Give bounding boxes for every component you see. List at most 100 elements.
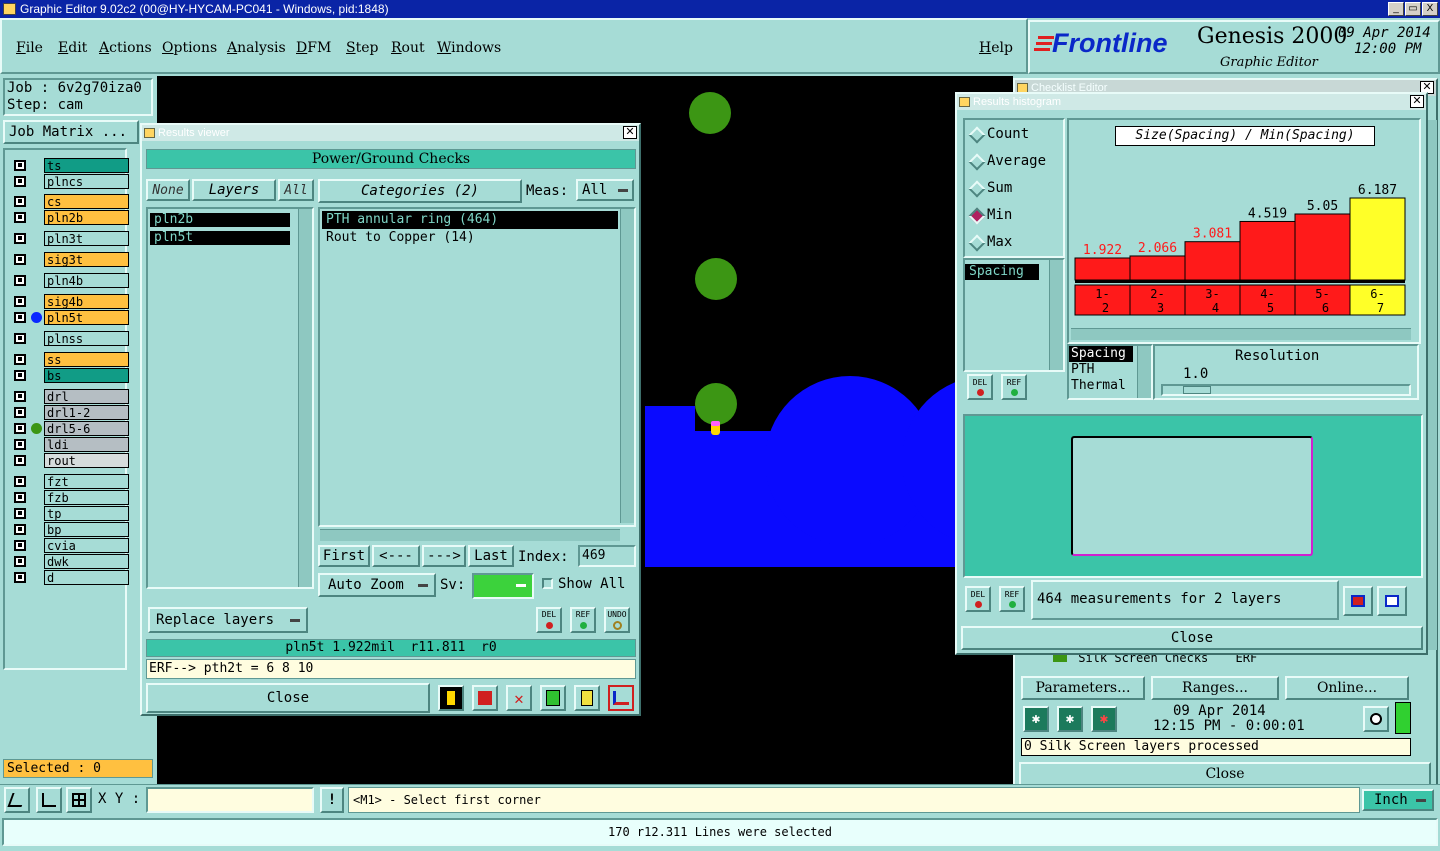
layer-row-drl[interactable]: drl	[11, 389, 129, 404]
categories-listbox[interactable]: PTH annular ring (464) Rout to Copper (14…	[318, 207, 636, 527]
layer-row-drl1-2[interactable]: drl1-2	[11, 405, 129, 420]
layer-row-rout[interactable]: rout	[11, 453, 129, 468]
mode-radio-max[interactable]	[968, 234, 986, 252]
no-filter-icon[interactable]: ✕	[506, 685, 532, 711]
layer-affected-checkbox[interactable]	[14, 391, 26, 402]
categories-tab[interactable]: Categories (2)	[318, 179, 522, 203]
online-button[interactable]: Online...	[1285, 676, 1409, 700]
auto-zoom-dropdown[interactable]: Auto Zoom	[318, 573, 436, 597]
layer-list-item[interactable]: pln2b	[150, 213, 290, 227]
layer-affected-checkbox[interactable]	[14, 233, 26, 244]
layer-affected-checkbox[interactable]	[14, 196, 26, 207]
menu-analysis[interactable]: Analysis	[227, 40, 286, 56]
layer-affected-checkbox[interactable]	[14, 160, 26, 171]
report-icon[interactable]	[574, 685, 600, 711]
layer-row-ss[interactable]: ss	[11, 352, 129, 367]
layer-affected-checkbox[interactable]	[14, 354, 26, 365]
maximize-button[interactable]: ▭	[1405, 2, 1421, 16]
xy-input[interactable]	[146, 787, 314, 813]
mode-radio-count[interactable]	[968, 126, 986, 144]
layer-row-sig4b[interactable]: sig4b	[11, 294, 129, 309]
layer-list-item[interactable]: pln5t	[150, 231, 290, 245]
exclamation-button[interactable]: !	[320, 787, 344, 813]
none-button[interactable]: None	[146, 179, 190, 201]
layer-row-tp[interactable]: tp	[11, 506, 129, 521]
layer-row-cs[interactable]: cs	[11, 194, 129, 209]
menu-dfm[interactable]: DFM	[296, 40, 331, 56]
layer-row-sig3t[interactable]: sig3t	[11, 252, 129, 267]
layer-row-bp[interactable]: bp	[11, 522, 129, 537]
replace-layers-dropdown[interactable]: Replace layers	[148, 607, 308, 633]
layer-color-icon[interactable]	[438, 685, 464, 711]
index-input[interactable]: 469	[578, 545, 636, 567]
layer-affected-checkbox[interactable]	[14, 370, 26, 381]
minimize-button[interactable]: _	[1388, 2, 1404, 16]
histogram-icon[interactable]	[608, 685, 634, 711]
layer-affected-checkbox[interactable]	[14, 212, 26, 223]
left-measure-list[interactable]: Spacing	[963, 258, 1065, 372]
numbered-list-icon[interactable]	[540, 685, 566, 711]
layer-affected-checkbox[interactable]	[14, 423, 26, 434]
layer-display-indicator[interactable]	[31, 423, 42, 434]
menu-edit[interactable]: Edit	[58, 40, 87, 56]
results-viewer-close-icon[interactable]: ✕	[623, 126, 637, 139]
checklist-close-button[interactable]: Close	[1019, 762, 1431, 786]
layer-row-d[interactable]: d	[11, 570, 129, 585]
resolution-slider[interactable]	[1161, 384, 1411, 396]
layer-row-ldi[interactable]: ldi	[11, 437, 129, 452]
preview-ref-icon[interactable]: REF	[999, 586, 1025, 612]
layer-affected-checkbox[interactable]	[14, 556, 26, 567]
sv-color-dropdown[interactable]	[472, 573, 534, 599]
measure-icon[interactable]	[36, 787, 62, 813]
layer-row-ts[interactable]: ts	[11, 158, 129, 173]
histogram-bar[interactable]	[1074, 257, 1131, 281]
snap-icon[interactable]	[4, 787, 30, 813]
mode-radio-sum[interactable]	[968, 180, 986, 198]
measure-list-item[interactable]: Thermal	[1069, 378, 1133, 394]
first-button[interactable]: First	[318, 545, 370, 567]
layer-row-pln3t[interactable]: pln3t	[11, 231, 129, 246]
delete-results-icon[interactable]: DEL	[536, 607, 562, 633]
layer-display-indicator[interactable]	[31, 312, 42, 323]
layer-row-plncs[interactable]: plncs	[11, 174, 129, 189]
measure-list-item[interactable]: Spacing	[1069, 346, 1133, 362]
menu-options[interactable]: Options	[162, 40, 217, 56]
layer-affected-checkbox[interactable]	[14, 254, 26, 265]
left-measure-vscroll[interactable]	[1049, 260, 1063, 370]
layer-affected-checkbox[interactable]	[14, 455, 26, 466]
layer-affected-checkbox[interactable]	[14, 476, 26, 487]
layer-row-fzt[interactable]: fzt	[11, 474, 129, 489]
next-button[interactable]: --->	[422, 545, 466, 567]
menu-actions[interactable]: Actions	[99, 40, 152, 56]
categories-vscroll[interactable]	[620, 209, 634, 523]
layer-affected-checkbox[interactable]	[14, 540, 26, 551]
histogram-bar[interactable]	[1294, 213, 1351, 281]
layer-affected-checkbox[interactable]	[14, 407, 26, 418]
histogram-ref-icon[interactable]: REF	[1001, 374, 1027, 400]
layer-affected-checkbox[interactable]	[14, 524, 26, 535]
stop-run-icon[interactable]: ✱	[1091, 706, 1117, 732]
layer-affected-checkbox[interactable]	[14, 275, 26, 286]
category-list-item[interactable]: PTH annular ring (464)	[322, 211, 618, 229]
layer-row-pln4b[interactable]: pln4b	[11, 273, 129, 288]
menu-help[interactable]: Help	[979, 40, 1013, 56]
chart-hscroll[interactable]	[1071, 328, 1411, 340]
prev-button[interactable]: <---	[372, 545, 420, 567]
resolution-slider-handle[interactable]	[1183, 386, 1211, 394]
histogram-del-icon[interactable]: DEL	[967, 374, 993, 400]
layer-affected-checkbox[interactable]	[14, 312, 26, 323]
layer-row-pln5t[interactable]: pln5t	[11, 310, 129, 325]
grid-icon[interactable]	[66, 787, 92, 813]
zoom-icon[interactable]	[1363, 706, 1389, 732]
layer-affected-checkbox[interactable]	[14, 508, 26, 519]
menu-rout[interactable]: Rout	[391, 40, 425, 56]
meas-dropdown[interactable]: All	[576, 179, 634, 201]
mode-radio-min[interactable]	[968, 207, 986, 225]
run-all-icon[interactable]: ✱	[1057, 706, 1083, 732]
layer-affected-checkbox[interactable]	[14, 492, 26, 503]
category-list-item[interactable]: Rout to Copper (14)	[322, 229, 618, 247]
all-button[interactable]: All	[278, 179, 314, 201]
show-all-checkbox[interactable]	[542, 578, 553, 589]
layer-affected-checkbox[interactable]	[14, 296, 26, 307]
results-viewer-close-button[interactable]: Close	[146, 683, 430, 713]
